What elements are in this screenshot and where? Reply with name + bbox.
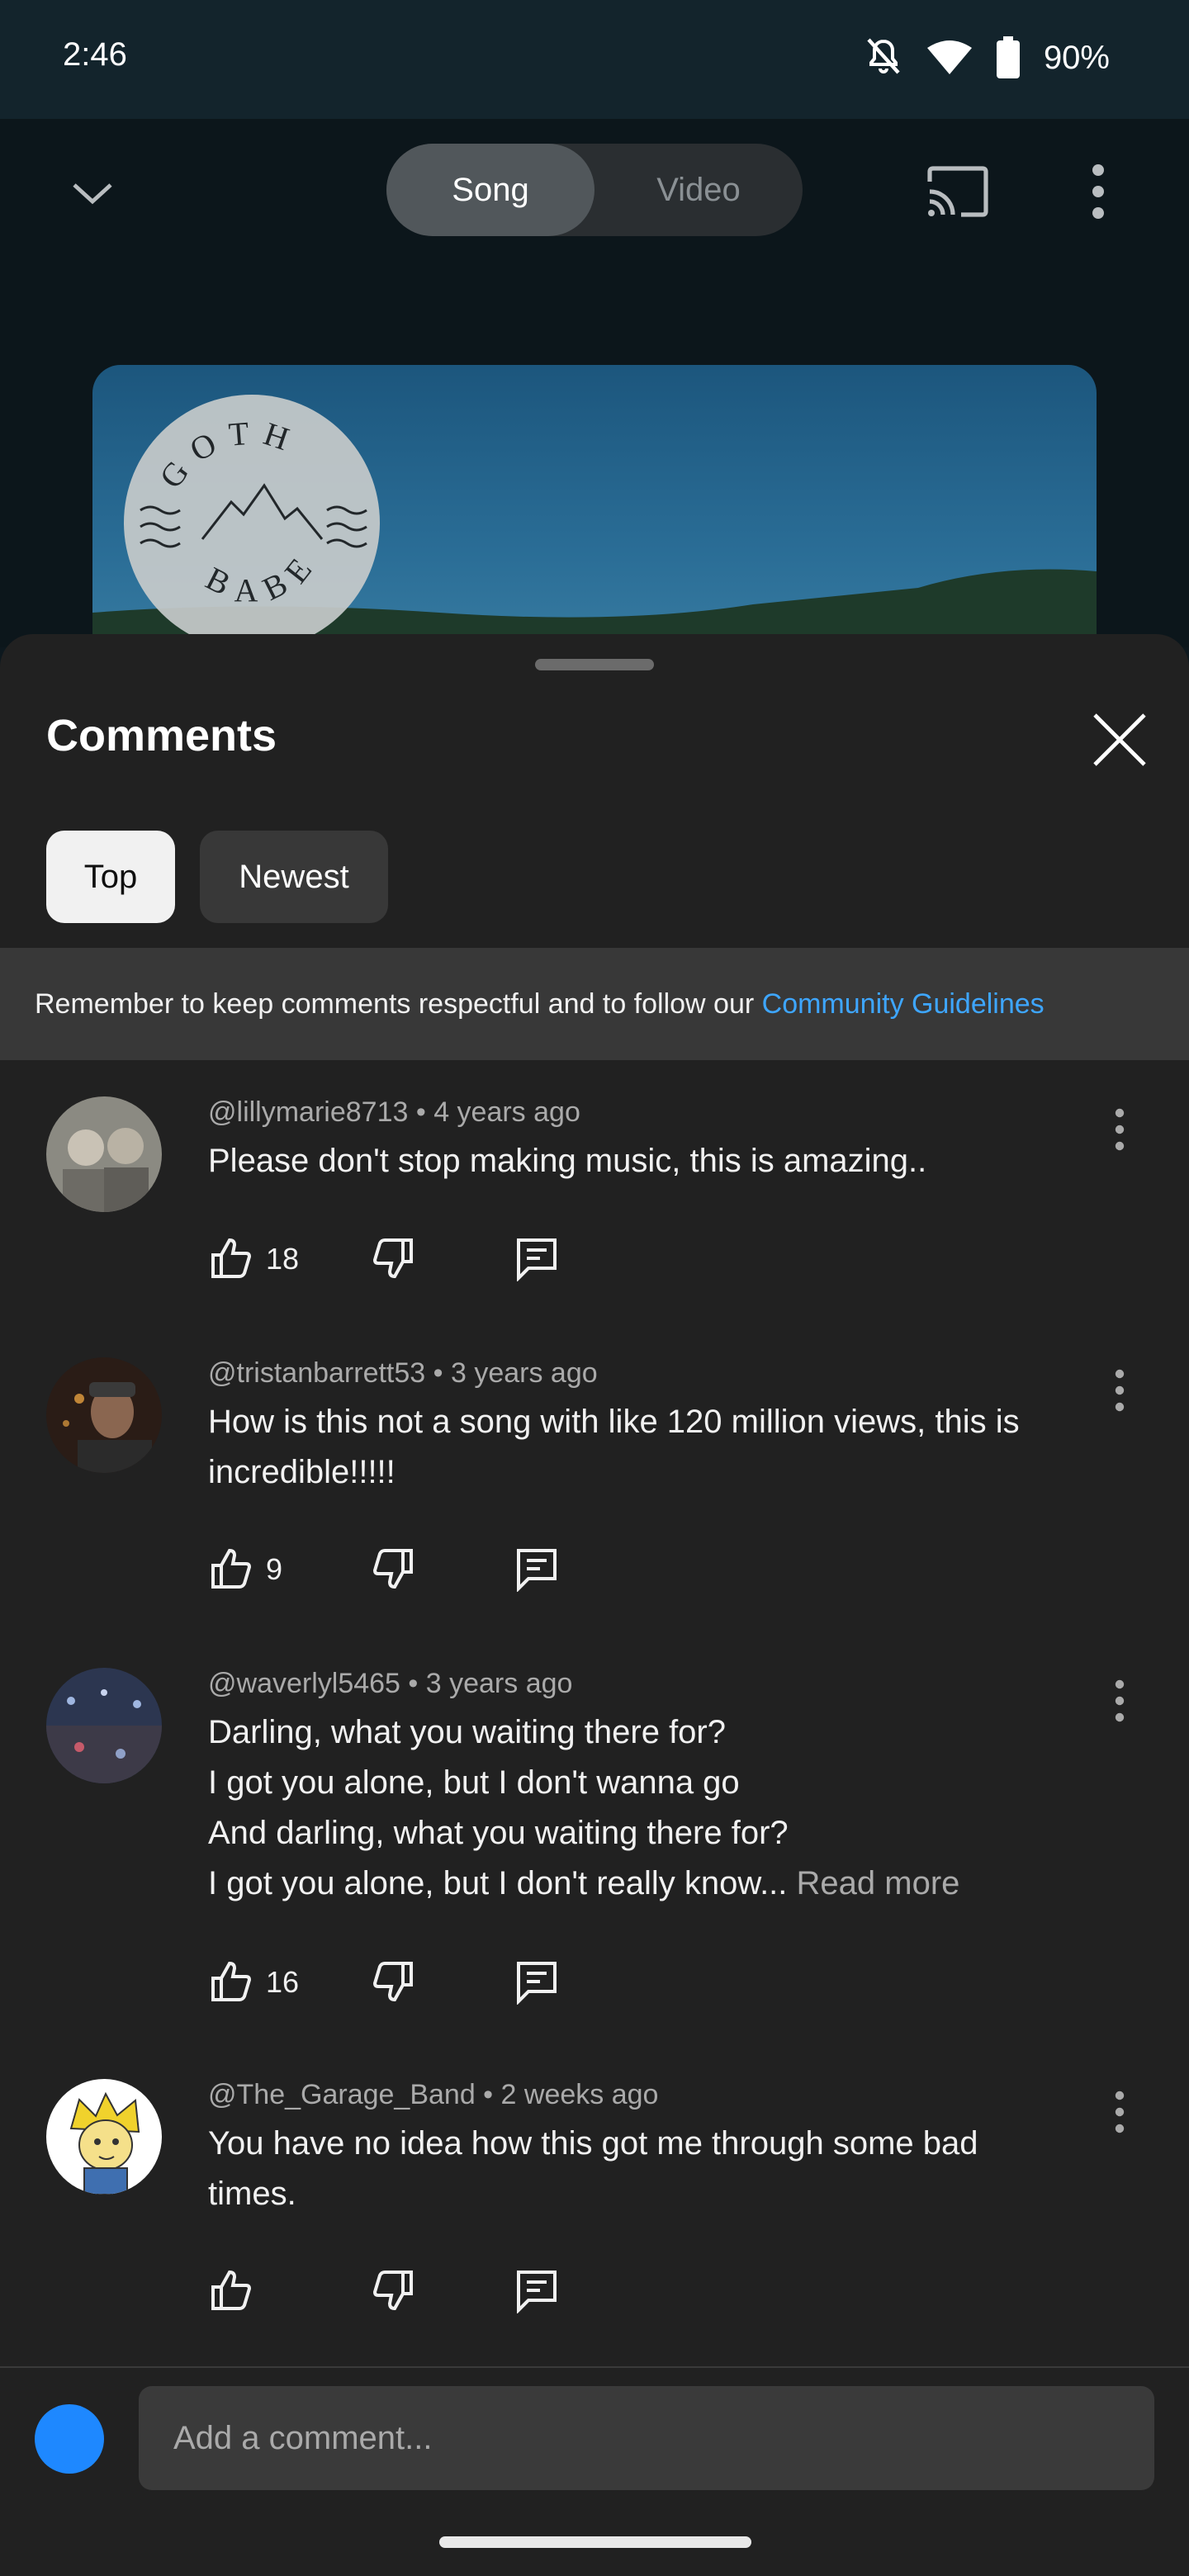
close-icon[interactable] [1090,710,1149,769]
community-guidelines-link[interactable]: Community Guidelines [762,988,1045,1020]
reply-icon[interactable] [514,1958,560,2005]
avatar-image [46,1357,162,1473]
thumb-down-icon[interactable] [370,1235,416,1281]
more-vert-icon[interactable] [1110,2091,1130,2133]
comment-age: 4 years ago [433,1096,580,1128]
thumb-up-icon[interactable] [208,1235,254,1281]
svg-text:BABE: BABE [200,542,325,609]
more-vert-icon[interactable] [1110,1679,1130,1722]
song-tab[interactable]: Song [386,144,594,236]
filter-top-chip[interactable]: Top [46,831,175,923]
like-count: 16 [266,1965,300,1999]
goth-babe-logo: GOTH BABE [124,395,380,651]
comment-line: incredible!!!!! [208,1454,396,1490]
thumb-up-icon[interactable] [208,1546,254,1592]
comment-author[interactable]: @waverlyl5465 [208,1668,400,1699]
avatar-image [46,2079,162,2195]
comment-text: Please don't stop making music, this is … [208,1136,1100,1186]
chevron-down-icon[interactable] [69,170,116,216]
comment-text: How is this not a song with like 120 mil… [208,1397,1100,1498]
guidelines-message: Remember to keep comments respectful and… [35,987,762,1020]
filter-newest-chip[interactable]: Newest [200,831,388,923]
status-icons: 90% [864,33,1110,83]
input-divider [0,2366,1189,2368]
comment-meta: @tristanbarrett53 • 3 years ago [208,1357,598,1389]
more-vert-icon[interactable] [1110,1108,1130,1151]
comment-line: I got you alone, but I don't wanna go [208,1764,740,1801]
read-more-link[interactable]: Read more [797,1865,960,1901]
thumb-down-icon[interactable] [370,1958,416,2005]
comment-line-last: I got you alone, but I don't really know… [208,1859,1100,1909]
comment-line: Please don't stop making music, this is … [208,1143,927,1179]
guidelines-text: Remember to keep comments respectful and… [35,988,1045,1020]
add-comment-input[interactable] [139,2386,1154,2490]
battery-icon [996,36,1020,78]
comment-line: And darling, what you waiting there for? [208,1815,789,1851]
comment-text: Darling, what you waiting there for? I g… [208,1707,1100,1909]
comment-meta: @The_Garage_Band • 2 weeks ago [208,2079,659,2110]
status-time: 2:46 [63,36,127,73]
comment-age: 3 years ago [425,1668,573,1699]
guidelines-banner: Remember to keep comments respectful and… [0,948,1189,1060]
comment-age: 3 years ago [450,1357,598,1389]
song-video-toggle: Song Video [386,144,803,236]
cast-icon[interactable] [925,165,991,218]
thumb-up-icon[interactable] [208,2267,254,2313]
goth-babe-logo-art: GOTH BABE [140,414,367,609]
status-bar: 2:46 90% [0,0,1189,119]
thumb-down-icon[interactable] [370,2267,416,2313]
comment-author[interactable]: @tristanbarrett53 [208,1357,425,1389]
avatar[interactable] [46,1096,162,1212]
comment-meta: @lillymarie8713 • 4 years ago [208,1096,580,1128]
comment-line: times. [208,2176,296,2212]
reply-icon[interactable] [514,1546,560,1592]
reply-icon[interactable] [514,1235,560,1281]
comment-text: You have no idea how this got me through… [208,2119,1100,2219]
video-tab[interactable]: Video [594,144,803,236]
comment-meta: @waverlyl5465 • 3 years ago [208,1668,573,1699]
reply-icon[interactable] [514,2267,560,2313]
comment-line: How is this not a song with like 120 mil… [208,1404,1020,1440]
comment-author[interactable]: @lillymarie8713 [208,1096,408,1128]
comment-author[interactable]: @The_Garage_Band [208,2079,476,2110]
comment-age: 2 weeks ago [500,2079,659,2110]
home-indicator[interactable] [439,2536,751,2548]
user-avatar[interactable] [35,2404,104,2474]
more-vert-icon[interactable] [1110,1369,1130,1412]
svg-text:GOTH: GOTH [152,414,305,495]
more-vert-icon[interactable] [1082,162,1115,221]
drag-handle[interactable] [535,659,654,670]
thumb-down-icon[interactable] [370,1546,416,1592]
comment-line: Darling, what you waiting there for? [208,1714,726,1750]
like-count: 9 [266,1552,283,1586]
like-count: 18 [266,1242,300,1276]
player-header: Song Video GOTH BABE [0,119,1189,778]
avatar[interactable] [46,1357,162,1473]
avatar[interactable] [46,1668,162,1783]
comments-title: Comments [46,711,277,760]
notifications-off-icon [867,38,900,74]
comment-line: You have no idea how this got me through… [208,2125,978,2162]
avatar[interactable] [46,2079,162,2195]
avatar-image [46,1668,162,1783]
battery-percentage: 90% [1043,39,1110,76]
avatar-image [46,1096,162,1212]
comments-sheet: Comments Top Newest Remember to keep com… [0,634,1189,2576]
wifi-icon [926,40,972,74]
comment-line: I got you alone, but I don't really know… [208,1865,797,1901]
thumb-up-icon[interactable] [208,1958,254,2005]
